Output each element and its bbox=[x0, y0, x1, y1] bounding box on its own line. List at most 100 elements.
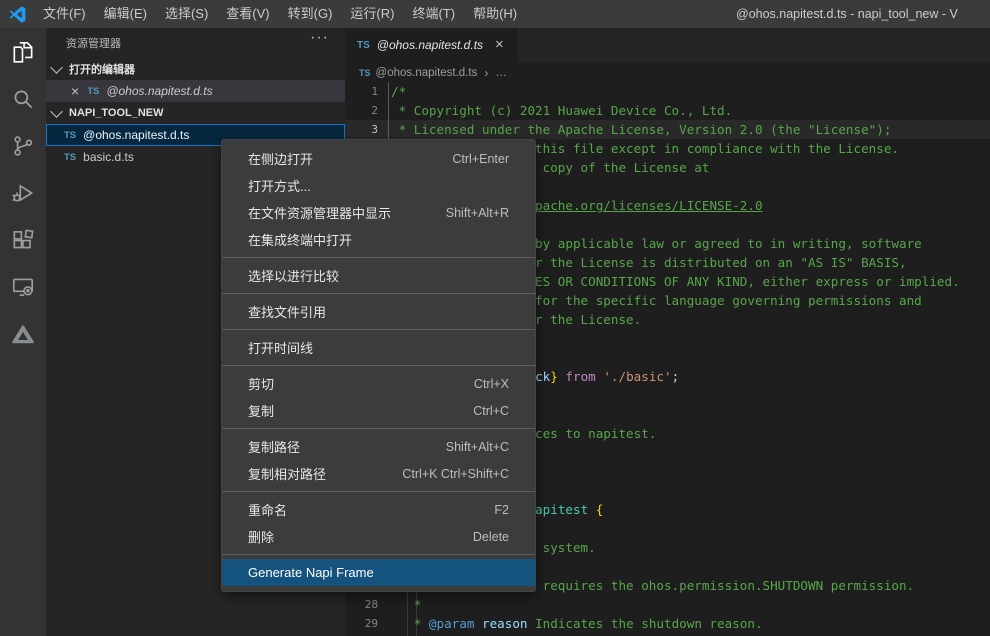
code-text: * Licensed under the Apache License, Ver… bbox=[391, 120, 891, 139]
context-menu-separator bbox=[222, 293, 535, 294]
tab-close-icon[interactable]: × bbox=[495, 38, 504, 52]
tree-item-filename: basic.d.ts bbox=[83, 150, 134, 164]
open-editor-item[interactable]: × TS @ohos.napitest.d.ts bbox=[46, 80, 345, 102]
line-number: 28 bbox=[345, 595, 383, 614]
context-menu-item-shortcut: F2 bbox=[474, 503, 509, 517]
run-debug-icon[interactable] bbox=[0, 169, 46, 216]
close-icon[interactable]: × bbox=[71, 84, 79, 98]
code-line: 1 /* bbox=[345, 82, 990, 101]
context-menu-item-label: 复制 bbox=[248, 401, 274, 420]
context-menu-item-label: 复制相对路径 bbox=[248, 464, 326, 483]
source-control-icon[interactable] bbox=[0, 122, 46, 169]
code-line: 28 * bbox=[345, 595, 990, 614]
menubar-item[interactable]: 查看(V) bbox=[217, 0, 278, 28]
context-menu-item-shortcut: Ctrl+C bbox=[453, 404, 509, 418]
context-menu-item-label: 删除 bbox=[248, 527, 274, 546]
code-text: * bbox=[391, 595, 421, 614]
breadcrumb-file[interactable]: @ohos.napitest.d.ts bbox=[376, 67, 478, 79]
tab-bar: TS @ohos.napitest.d.ts × bbox=[345, 28, 990, 62]
context-menu-item[interactable]: 在集成终端中打开 bbox=[222, 226, 535, 253]
context-menu-item[interactable]: 打开时间线 bbox=[222, 334, 535, 361]
context-menu-item[interactable]: Generate Napi Frame bbox=[222, 559, 535, 586]
context-menu-item-shortcut: Shift+Alt+R bbox=[426, 206, 509, 220]
title-bar: 文件(F)编辑(E)选择(S)查看(V)转到(G)运行(R)终端(T)帮助(H)… bbox=[0, 0, 990, 28]
menubar-item[interactable]: 终端(T) bbox=[403, 0, 464, 28]
code-line: 3 * Licensed under the Apache License, V… bbox=[345, 120, 990, 139]
context-menu-item[interactable]: 剪切 Ctrl+X bbox=[222, 370, 535, 397]
context-menu-item-label: 在文件资源管理器中显示 bbox=[248, 203, 391, 222]
more-actions-icon[interactable]: ··· bbox=[310, 29, 329, 47]
tree-item-filename: @ohos.napitest.d.ts bbox=[83, 128, 189, 142]
folder-header-napi-tool-new[interactable]: NAPI_TOOL_NEW bbox=[46, 102, 345, 124]
context-menu-item-label: 打开时间线 bbox=[248, 338, 313, 357]
triangle-extension-icon[interactable] bbox=[0, 310, 46, 357]
context-menu: 在侧边打开Ctrl+Enter 打开方式... 在文件资源管理器中显示 Shift+A… bbox=[221, 139, 536, 592]
sidebar-title: 资源管理器 bbox=[46, 28, 345, 58]
context-menu-item[interactable]: 打开方式... bbox=[222, 172, 535, 199]
menubar-item[interactable]: 帮助(H) bbox=[464, 0, 526, 28]
context-menu-item-label: 在集成终端中打开 bbox=[248, 230, 352, 249]
context-menu-item-label: 打开方式... bbox=[248, 176, 311, 195]
context-menu-item[interactable]: 在侧边打开Ctrl+Enter bbox=[222, 145, 535, 172]
explorer-icon[interactable] bbox=[0, 28, 46, 75]
context-menu-separator bbox=[222, 365, 535, 366]
line-number: 29 bbox=[345, 614, 383, 633]
menubar-item[interactable]: 转到(G) bbox=[279, 0, 342, 28]
open-editor-filename: @ohos.napitest.d.ts bbox=[106, 84, 212, 98]
ts-file-icon: TS bbox=[359, 68, 371, 78]
menu-bar: 文件(F)编辑(E)选择(S)查看(V)转到(G)运行(R)终端(T)帮助(H) bbox=[34, 0, 526, 28]
context-menu-separator bbox=[222, 554, 535, 555]
context-menu-item-label: 复制路径 bbox=[248, 437, 300, 456]
code-text: /* bbox=[391, 82, 406, 101]
breadcrumb-more[interactable]: … bbox=[495, 67, 507, 79]
context-menu-separator bbox=[222, 428, 535, 429]
code-text: * Copyright (c) 2021 Huawei Device Co., … bbox=[391, 101, 732, 120]
ts-file-icon: TS bbox=[64, 152, 76, 163]
context-menu-item-label: Generate Napi Frame bbox=[248, 565, 374, 580]
context-menu-item-label: 选择以进行比较 bbox=[248, 266, 339, 285]
context-menu-separator bbox=[222, 257, 535, 258]
context-menu-item-shortcut: Ctrl+K Ctrl+Shift+C bbox=[382, 467, 509, 481]
context-menu-item[interactable]: 在文件资源管理器中显示 Shift+Alt+R bbox=[222, 199, 535, 226]
context-menu-item-shortcut: Ctrl+Enter bbox=[432, 152, 509, 166]
ts-file-icon: TS bbox=[87, 86, 99, 97]
context-menu-item[interactable]: 查找文件引用 bbox=[222, 298, 535, 325]
context-menu-item-shortcut: Ctrl+X bbox=[454, 377, 509, 391]
line-number: 1 bbox=[345, 82, 383, 101]
context-menu-item[interactable]: 复制路径 Shift+Alt+C bbox=[222, 433, 535, 460]
context-menu-item-label: 剪切 bbox=[248, 374, 274, 393]
ts-file-icon: TS bbox=[357, 40, 370, 51]
context-menu-item-shortcut: Delete bbox=[453, 530, 509, 544]
context-menu-item-shortcut: Shift+Alt+C bbox=[426, 440, 509, 454]
menubar-item[interactable]: 选择(S) bbox=[156, 0, 217, 28]
context-menu-separator bbox=[222, 491, 535, 492]
chevron-down-icon bbox=[50, 105, 63, 118]
code-text: * @param reason Indicates the shutdown r… bbox=[391, 614, 763, 633]
activity-bar bbox=[0, 28, 46, 636]
menubar-item[interactable]: 运行(R) bbox=[341, 0, 403, 28]
context-menu-item[interactable]: 复制 Ctrl+C bbox=[222, 397, 535, 424]
code-line: 29 * @param reason Indicates the shutdow… bbox=[345, 614, 990, 633]
context-menu-item[interactable]: 选择以进行比较 bbox=[222, 262, 535, 289]
context-menu-item[interactable]: 复制相对路径 Ctrl+K Ctrl+Shift+C bbox=[222, 460, 535, 487]
menubar-item[interactable]: 编辑(E) bbox=[95, 0, 156, 28]
tab-ohos-napitest[interactable]: TS @ohos.napitest.d.ts × bbox=[345, 28, 517, 62]
remote-explorer-icon[interactable] bbox=[0, 263, 46, 310]
open-editors-header[interactable]: 打开的编辑器 bbox=[46, 58, 345, 80]
window-title: @ohos.napitest.d.ts - napi_tool_new - V bbox=[736, 0, 958, 28]
context-menu-item-label: 查找文件引用 bbox=[248, 302, 326, 321]
vscode-logo-icon bbox=[9, 6, 26, 23]
ts-file-icon: TS bbox=[64, 130, 76, 141]
line-number: 3 bbox=[345, 120, 383, 139]
extensions-icon[interactable] bbox=[0, 216, 46, 263]
context-menu-separator bbox=[222, 329, 535, 330]
context-menu-item[interactable]: 删除 Delete bbox=[222, 523, 535, 550]
vscode-window: 文件(F)编辑(E)选择(S)查看(V)转到(G)运行(R)终端(T)帮助(H)… bbox=[0, 0, 990, 636]
line-number: 2 bbox=[345, 101, 383, 120]
context-menu-item[interactable]: 重命名 F2 bbox=[222, 496, 535, 523]
breadcrumb[interactable]: TS @ohos.napitest.d.ts › … bbox=[345, 62, 990, 84]
context-menu-item-label: 重命名 bbox=[248, 500, 287, 519]
menubar-item[interactable]: 文件(F) bbox=[34, 0, 95, 28]
search-icon[interactable] bbox=[0, 75, 46, 122]
breadcrumb-separator: › bbox=[484, 66, 488, 80]
